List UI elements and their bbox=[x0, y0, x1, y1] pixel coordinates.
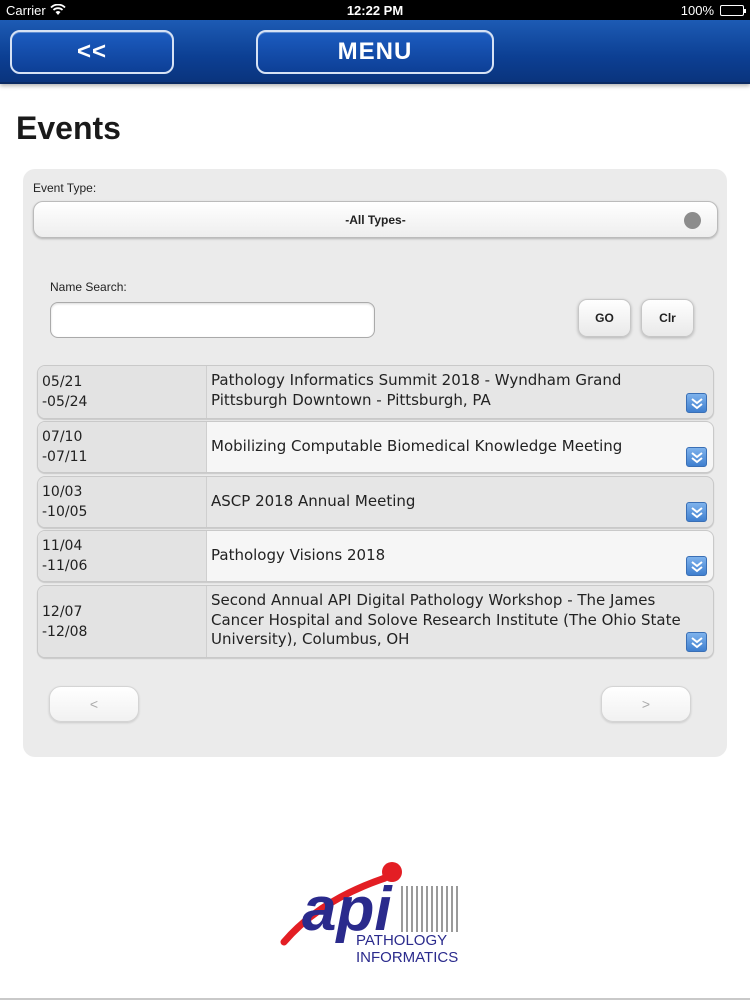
event-date: 11/04 -11/06 bbox=[38, 531, 207, 581]
event-date: 05/21 -05/24 bbox=[38, 366, 207, 418]
event-title: Pathology Visions 2018 bbox=[211, 546, 386, 565]
name-search-input[interactable] bbox=[50, 302, 375, 338]
api-pathology-informatics-logo: api PATHOLOGY INFORMATICS bbox=[280, 862, 458, 966]
logo-line2: INFORMATICS bbox=[356, 949, 458, 966]
next-page-button[interactable]: > bbox=[601, 686, 691, 722]
event-date-end: -11/06 bbox=[42, 558, 88, 574]
event-row[interactable]: 12/07 -12/08 Second Annual API Digital P… bbox=[37, 585, 714, 658]
event-date-start: 05/21 bbox=[42, 374, 83, 390]
page-title: Events bbox=[16, 110, 121, 146]
event-date: 12/07 -12/08 bbox=[38, 586, 207, 657]
event-row[interactable]: 07/10 -07/11 Mobilizing Computable Biome… bbox=[37, 421, 714, 473]
event-date-start: 07/10 bbox=[42, 429, 83, 445]
event-date-start: 12/07 bbox=[42, 603, 83, 620]
status-bar: Carrier 12:22 PM 100% bbox=[0, 0, 750, 20]
name-search-label: Name Search: bbox=[50, 280, 127, 294]
go-button[interactable]: GO bbox=[578, 299, 631, 337]
event-row[interactable]: 10/03 -10/05 ASCP 2018 Annual Meeting bbox=[37, 476, 714, 528]
event-date-end: -05/24 bbox=[42, 394, 88, 410]
event-date-end: -07/11 bbox=[42, 449, 88, 465]
event-date: 10/03 -10/05 bbox=[38, 477, 207, 527]
clock: 12:22 PM bbox=[346, 3, 404, 18]
battery-percent: 100% bbox=[680, 3, 714, 18]
events-panel: Event Type: -All Types- Name Search: GO … bbox=[23, 169, 727, 757]
chevron-down-icon[interactable] bbox=[686, 502, 707, 522]
event-type-select[interactable]: -All Types- bbox=[33, 201, 718, 238]
event-type-value: -All Types- bbox=[345, 212, 406, 227]
event-date: 07/10 -07/11 bbox=[38, 422, 207, 472]
dropdown-indicator-icon bbox=[684, 212, 701, 229]
event-row[interactable]: 11/04 -11/06 Pathology Visions 2018 bbox=[37, 530, 714, 582]
chevron-down-icon[interactable] bbox=[686, 632, 707, 652]
chevron-down-icon[interactable] bbox=[686, 393, 707, 413]
top-nav-bar: << MENU bbox=[0, 20, 750, 84]
event-title: Pathology Informatics Summit 2018 - Wynd… bbox=[211, 371, 622, 409]
event-date-start: 11/04 bbox=[42, 538, 83, 554]
battery-icon bbox=[720, 5, 746, 16]
event-type-label: Event Type: bbox=[33, 181, 97, 195]
event-title: ASCP 2018 Annual Meeting bbox=[211, 492, 416, 511]
previous-page-button[interactable]: < bbox=[49, 686, 139, 722]
chevron-down-icon[interactable] bbox=[686, 556, 707, 576]
back-button[interactable]: << bbox=[10, 30, 174, 74]
event-title: Mobilizing Computable Biomedical Knowled… bbox=[211, 437, 623, 456]
logo-line1: PATHOLOGY bbox=[356, 932, 447, 949]
event-row[interactable]: 05/21 -05/24 Pathology Informatics Summi… bbox=[37, 365, 714, 419]
event-date-end: -12/08 bbox=[42, 623, 88, 640]
event-title: Second Annual API Digital Pathology Work… bbox=[211, 591, 681, 648]
menu-button[interactable]: MENU bbox=[256, 30, 494, 74]
event-date-start: 10/03 bbox=[42, 484, 83, 500]
chevron-down-icon[interactable] bbox=[686, 447, 707, 467]
clear-button[interactable]: Clr bbox=[641, 299, 694, 337]
event-date-end: -10/05 bbox=[42, 504, 88, 520]
